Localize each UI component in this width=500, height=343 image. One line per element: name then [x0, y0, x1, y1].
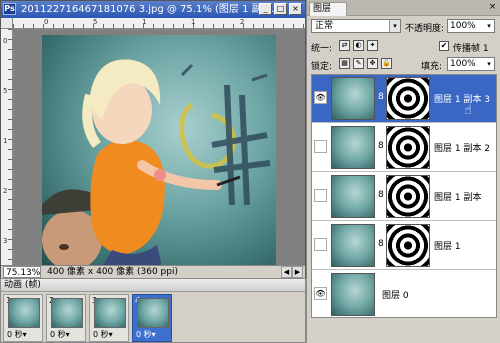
- layer-thumbnail[interactable]: [331, 126, 375, 169]
- frame-delay[interactable]: 0 秒▾: [7, 329, 27, 340]
- fill-value: 100%: [450, 59, 476, 69]
- scroll-right-icon[interactable]: ▶: [292, 266, 303, 278]
- chevron-down-icon: ▾: [487, 60, 491, 68]
- chevron-down-icon: ▾: [487, 22, 491, 30]
- layer-mask-thumbnail[interactable]: [386, 77, 430, 120]
- photoshop-icon: Ps: [3, 3, 16, 15]
- blend-mode-value: 正常: [315, 21, 334, 31]
- layer-row[interactable]: 8 图层 1 副本 2: [312, 124, 496, 172]
- chevron-down-icon: ▾: [389, 20, 400, 32]
- fill-label: 填充:: [421, 62, 443, 72]
- visibility-toggle[interactable]: [314, 238, 327, 251]
- chain-link-icon[interactable]: 8: [378, 190, 384, 200]
- frame-delay[interactable]: 0 秒▾: [50, 329, 70, 340]
- layer-name[interactable]: 图层 1 副本 2: [434, 141, 490, 154]
- layer-mask-thumbnail[interactable]: [386, 175, 430, 218]
- lock-all-icon[interactable]: 🔒: [381, 58, 392, 69]
- animation-frame-selected[interactable]: 4 0 秒▾: [132, 294, 172, 342]
- layers-tab-bar: 图层 ×: [307, 0, 500, 16]
- ruler-number: 5: [93, 18, 98, 26]
- frame-delay[interactable]: 0 秒▾: [93, 329, 113, 340]
- scroll-left-icon[interactable]: ◀: [281, 266, 292, 278]
- layer-row-selected[interactable]: 👁 8 图层 1 副本 3 ☝: [312, 75, 496, 123]
- chain-link-icon[interactable]: 8: [378, 239, 384, 249]
- layer-mask-thumbnail[interactable]: [386, 126, 430, 169]
- layer-name[interactable]: 图层 1 副本 3: [434, 92, 490, 105]
- zoom-field[interactable]: 75.13%: [3, 266, 41, 278]
- propagate-frame-checkbox[interactable]: ✔: [439, 41, 449, 51]
- layers-panel-footer: [311, 320, 497, 338]
- layer-thumbnail[interactable]: [331, 77, 375, 120]
- unify-position-icon[interactable]: ⇄: [339, 40, 350, 51]
- layer-thumbnail[interactable]: [331, 175, 375, 218]
- layer-row[interactable]: 8 图层 1: [312, 222, 496, 270]
- document-title-bar[interactable]: Ps 201122716467181076 3.jpg @ 75.1% (图层 …: [1, 1, 305, 18]
- frame-thumbnail: [51, 298, 83, 328]
- hand-cursor-icon: ☝: [464, 103, 472, 118]
- layer-name[interactable]: 图层 1 副本: [434, 190, 481, 203]
- animation-panel-title[interactable]: 动画 (帧): [1, 279, 305, 292]
- ruler-number: 5: [3, 87, 8, 95]
- eye-icon[interactable]: 👁: [314, 287, 327, 300]
- document-info[interactable]: 400 像素 x 400 像素 (360 ppi): [47, 266, 178, 278]
- ruler-number: 1: [191, 18, 196, 26]
- layer-row[interactable]: 👁 图层 0: [312, 271, 496, 317]
- frame-delay[interactable]: 0 秒▾: [136, 329, 156, 340]
- lock-position-icon[interactable]: ✥: [367, 58, 378, 69]
- horizontal-ruler[interactable]: 0 5 1 1 2: [13, 18, 305, 29]
- layer-row[interactable]: 8 图层 1 副本: [312, 173, 496, 221]
- layers-panel: 图层 × 正常 ▾ 不透明度: 100% ▾ 统一: ⇄ ◐ ✦ ✔ 传播帧 1…: [306, 0, 500, 343]
- ruler-corner: [1, 18, 13, 29]
- visibility-toggle[interactable]: [314, 189, 327, 202]
- unify-style-icon[interactable]: ✦: [367, 40, 378, 51]
- ruler-number: 0: [3, 37, 8, 45]
- animation-panel: 动画 (帧) 1 0 秒▾ 2 0 秒▾ 3 0 秒▾ 4 0 秒▾: [0, 278, 306, 343]
- minimize-button[interactable]: _: [259, 3, 272, 15]
- chain-link-icon[interactable]: 8: [378, 141, 384, 151]
- opacity-field[interactable]: 100% ▾: [447, 19, 495, 33]
- ruler-number: 2: [240, 18, 245, 26]
- animation-frame[interactable]: 3 0 秒▾: [89, 294, 129, 342]
- lock-label: 锁定:: [311, 62, 333, 72]
- ruler-number: 3: [3, 237, 8, 245]
- tab-layers[interactable]: 图层: [309, 2, 347, 16]
- chain-link-icon[interactable]: 8: [378, 92, 384, 102]
- layer-mask-thumbnail[interactable]: [386, 224, 430, 267]
- layer-thumbnail[interactable]: [331, 224, 375, 267]
- document-status-bar: 75.13% 400 像素 x 400 像素 (360 ppi) ◀ ▶: [1, 265, 305, 278]
- ruler-number: 1: [3, 137, 8, 145]
- eye-icon[interactable]: 👁: [314, 91, 327, 104]
- layer-name[interactable]: 图层 1: [434, 239, 461, 252]
- vertical-ruler[interactable]: 0 5 1 2 3: [1, 29, 13, 265]
- ruler-number: 0: [44, 18, 49, 26]
- close-button[interactable]: ×: [289, 3, 302, 15]
- opacity-label: 不透明度:: [405, 24, 445, 34]
- layer-list: 👁 8 图层 1 副本 3 ☝ 8 图层 1 副本 2 8 图层 1 副本 8 …: [311, 74, 497, 318]
- fill-field[interactable]: 100% ▾: [447, 57, 495, 71]
- animation-frame[interactable]: 2 0 秒▾: [46, 294, 86, 342]
- blend-mode-select[interactable]: 正常 ▾: [311, 19, 401, 33]
- opacity-value: 100%: [450, 21, 476, 31]
- maximize-button[interactable]: □: [274, 3, 287, 15]
- ruler-number: 1: [142, 18, 147, 26]
- document-window: Ps 201122716467181076 3.jpg @ 75.1% (图层 …: [0, 0, 306, 278]
- frame-thumbnail: [94, 298, 126, 328]
- layer-thumbnail[interactable]: [331, 273, 375, 316]
- canvas-image[interactable]: [42, 35, 276, 265]
- panel-menu-icon[interactable]: ×: [487, 2, 498, 13]
- lock-image-icon[interactable]: ✎: [353, 58, 364, 69]
- ruler-number: 2: [3, 187, 8, 195]
- frame-thumbnail: [8, 298, 40, 328]
- photo-illustration: [42, 59, 271, 265]
- layer-name[interactable]: 图层 0: [382, 288, 409, 301]
- unify-label: 统一:: [311, 44, 333, 54]
- animation-frame[interactable]: 1 0 秒▾: [3, 294, 43, 342]
- canvas-area[interactable]: [13, 29, 305, 265]
- lock-transparency-icon[interactable]: ▦: [339, 58, 350, 69]
- frame-thumbnail: [137, 298, 169, 328]
- unify-visibility-icon[interactable]: ◐: [353, 40, 364, 51]
- document-title: 201122716467181076 3.jpg @ 75.1% (图层 1 副…: [21, 4, 275, 15]
- visibility-toggle[interactable]: [314, 140, 327, 153]
- propagate-frame-label: 传播帧 1: [453, 44, 489, 54]
